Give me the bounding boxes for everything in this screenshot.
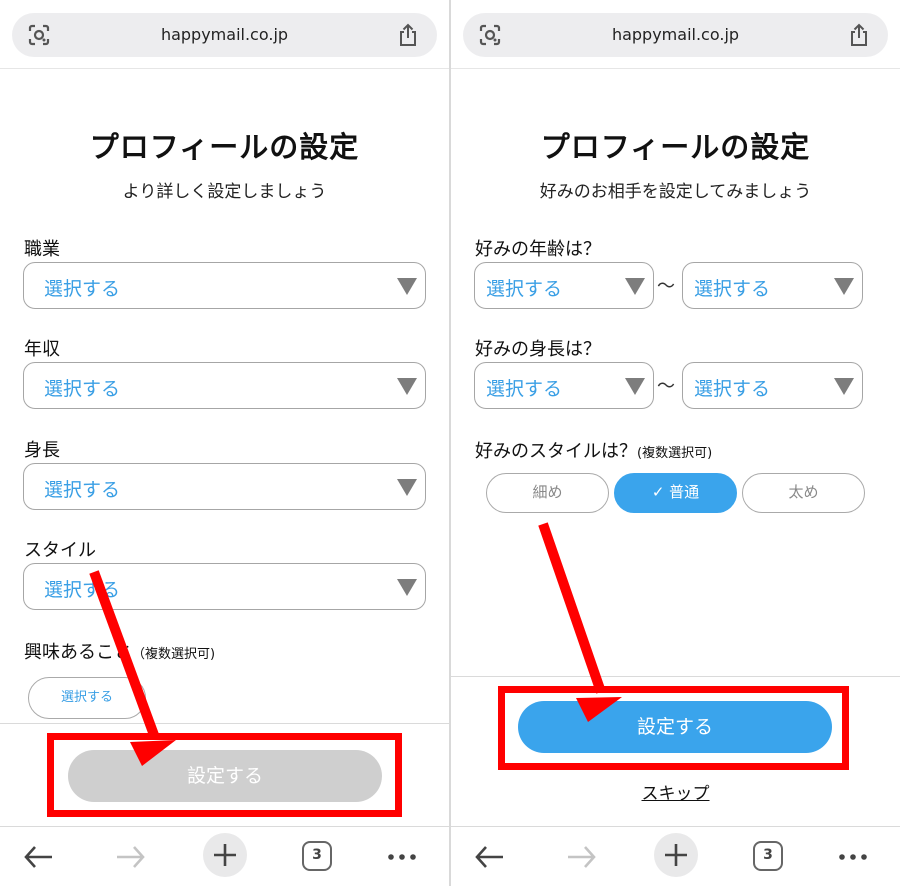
footer-divider [0,723,449,724]
plus-icon [665,844,687,866]
income-select[interactable]: 選択する [23,362,426,409]
dropdown-triangle-icon [834,278,854,295]
page-title: プロフィールの設定 [89,130,360,164]
dropdown-triangle-icon [397,278,417,295]
more-icon[interactable] [837,837,869,877]
interests-select-button[interactable]: 選択する [28,677,146,719]
highlight-box [498,686,849,770]
address-bar[interactable]: happymail.co.jp [12,13,437,57]
skip-link[interactable]: スキップ [451,779,900,804]
url-text: happymail.co.jp [611,25,740,44]
url-text: happymail.co.jp [160,25,289,44]
dropdown-triangle-icon [397,378,417,395]
more-icon[interactable] [386,837,418,877]
height-to-value: 選択する [694,378,771,400]
height-label: 身長 [24,440,60,461]
age-from-value: 選択する [486,278,563,300]
pref-style-label: 好みのスタイルは？ [475,441,637,462]
back-arrow-icon[interactable] [22,837,54,877]
style-label: スタイル [24,540,96,561]
right-screen: happymail.co.jp プロフィールの設定 好みのお相手を設定してみまし… [451,0,900,886]
share-icon[interactable] [848,22,870,48]
page-subtitle: より詳しく設定しましょう [122,182,327,202]
range-separator: 〜 [657,376,675,397]
range-separator: 〜 [657,276,675,297]
occupation-select[interactable]: 選択する [23,262,426,309]
style-option-normal[interactable]: ✓ 普通 [614,473,737,513]
pref-height-label: 好みの身長は？ [475,339,601,360]
interests-heading: 興味あること（複数選択可) [24,638,215,664]
browser-toolbar: 3 [0,826,449,886]
highlight-box [47,733,402,817]
skip-link-label: スキップ [641,784,710,804]
age-label: 好みの年齢は？ [475,239,601,260]
style-select-value: 選択する [44,579,121,601]
style-select[interactable]: 選択する [23,563,426,610]
page-subtitle: 好みのお相手を設定してみましょう [539,182,812,202]
address-bar[interactable]: happymail.co.jp [463,13,888,57]
new-tab-button[interactable] [654,833,698,877]
dropdown-triangle-icon [397,479,417,496]
pref-style-note: (複数選択可) [637,446,713,461]
dropdown-triangle-icon [397,579,417,596]
height-select-value: 選択する [44,479,121,501]
footer-divider [451,676,900,677]
forward-arrow-icon[interactable] [566,837,598,877]
occupation-select-value: 選択する [44,278,121,300]
interests-note: （複数選択可) [132,647,216,662]
tabs-icon[interactable]: 3 [753,841,783,871]
left-screen: happymail.co.jp プロフィールの設定 より詳しく設定しましょう 職… [0,0,449,886]
occupation-label: 職業 [24,239,60,260]
browser-toolbar: 3 [451,826,900,886]
header-divider [451,68,900,69]
age-from-select[interactable]: 選択する [474,262,654,309]
new-tab-button[interactable] [203,833,247,877]
interests-label: 興味あること [24,642,132,663]
income-label: 年収 [24,339,60,360]
style-option-heavy[interactable]: 太め [742,473,865,513]
income-select-value: 選択する [44,378,121,400]
page-title: プロフィールの設定 [540,130,811,164]
tabs-icon[interactable]: 3 [302,841,332,871]
pref-style-heading: 好みのスタイルは？(複数選択可) [475,437,712,463]
style-option-slim[interactable]: 細め [486,473,609,513]
height-select[interactable]: 選択する [23,463,426,510]
plus-icon [214,844,236,866]
height-from-select[interactable]: 選択する [474,362,654,409]
share-icon[interactable] [397,22,419,48]
header-divider [0,68,449,69]
height-from-value: 選択する [486,378,563,400]
dropdown-triangle-icon [625,378,645,395]
age-to-value: 選択する [694,278,771,300]
dropdown-triangle-icon [625,278,645,295]
age-to-select[interactable]: 選択する [682,262,863,309]
height-to-select[interactable]: 選択する [682,362,863,409]
forward-arrow-icon[interactable] [115,837,147,877]
check-icon: ✓ [651,483,665,501]
dropdown-triangle-icon [834,378,854,395]
style-option-normal-label: 普通 [669,483,700,501]
back-arrow-icon[interactable] [473,837,505,877]
